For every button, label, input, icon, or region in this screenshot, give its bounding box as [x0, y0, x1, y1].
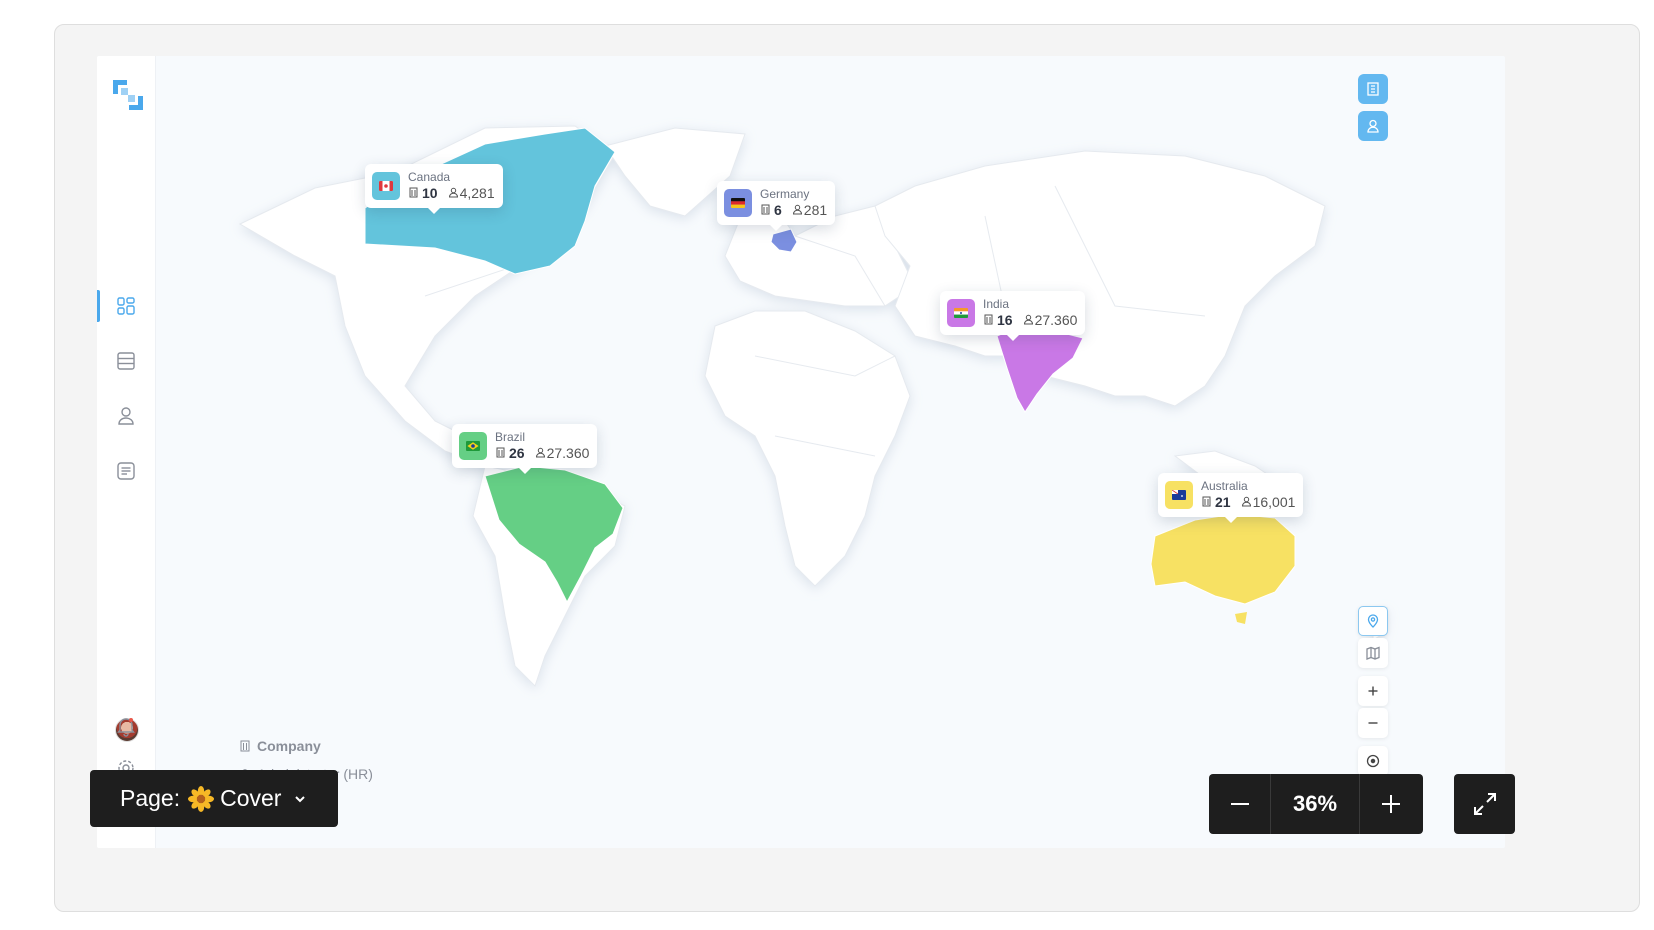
page-name: Cover: [220, 785, 282, 811]
sidebar-item-messages[interactable]: [97, 453, 155, 489]
database-icon: [117, 352, 135, 370]
pin-employee-count: 281: [803, 201, 828, 218]
building-icon: [761, 204, 770, 215]
bell-icon: [117, 718, 135, 737]
pin-country-name: Australia: [1201, 479, 1248, 494]
map-zoom-in-button[interactable]: [1358, 676, 1388, 706]
flag-canada-icon: [372, 172, 400, 200]
legend-company-label: Company: [257, 738, 321, 754]
flag-brazil-icon: [459, 432, 487, 460]
pin-employee-count: 16,001: [1252, 493, 1296, 510]
building-icon: [1202, 496, 1211, 507]
sidebar-item-users[interactable]: [97, 398, 155, 434]
country-pin-germany[interactable]: Germany 6 281: [717, 181, 836, 231]
minus-icon: [1368, 722, 1378, 724]
person-icon: [1241, 497, 1251, 507]
country-pin-australia[interactable]: Australia 21 16,001: [1158, 473, 1304, 523]
pin-company-count: 6: [774, 201, 782, 218]
country-pin-brazil[interactable]: Brazil 26 27.360: [452, 424, 598, 474]
page-selector[interactable]: Page: Cover: [90, 770, 338, 827]
country-pin-canada[interactable]: Canada 10 4,281: [365, 164, 503, 214]
pin-country-name: Brazil: [495, 430, 526, 445]
user-icon: [1367, 119, 1379, 133]
pin-company-count: 26: [509, 444, 525, 461]
zoom-in-button[interactable]: [1360, 774, 1421, 834]
company-view-button[interactable]: [1358, 74, 1388, 104]
person-icon: [535, 448, 545, 458]
flower-icon: [188, 785, 215, 812]
building-icon: [984, 314, 993, 325]
plus-icon: [1368, 686, 1378, 696]
target-icon: [1366, 754, 1380, 768]
user-icon: [118, 407, 134, 425]
person-icon: [792, 205, 802, 215]
pin-company-count: 16: [997, 311, 1013, 328]
chevron-down-icon: [293, 792, 307, 806]
recenter-button[interactable]: [1358, 746, 1388, 776]
pin-country-name: Canada: [408, 170, 451, 185]
expand-icon: [1473, 793, 1496, 815]
page-label: Page:: [120, 785, 181, 811]
plus-icon: [1381, 795, 1400, 813]
flag-australia-icon: [1165, 481, 1193, 509]
building-icon: [1367, 82, 1379, 96]
map-icon: [1366, 646, 1380, 660]
zoom-out-button[interactable]: [1209, 774, 1270, 834]
legend-company: Company: [239, 732, 373, 760]
flag-india-icon: [947, 299, 975, 327]
building-icon: [240, 740, 250, 752]
flag-germany-icon: [724, 189, 752, 217]
pin-country-name: India: [983, 297, 1010, 312]
minus-icon: [1230, 803, 1249, 805]
dashboard-icon: [117, 297, 135, 315]
pin-country-name: Germany: [760, 187, 810, 202]
world-map-graphic: [238, 125, 1388, 687]
pin-employee-count: 27.360: [1034, 311, 1078, 328]
country-pin-india[interactable]: India 16 27.360: [940, 291, 1086, 341]
pin-company-count: 10: [422, 184, 438, 201]
sidebar-item-dashboard[interactable]: [97, 288, 155, 324]
logo-icon: [113, 80, 143, 110]
user-view-button[interactable]: [1358, 111, 1388, 141]
pin-employee-count: 4,281: [459, 184, 495, 201]
zoom-controls: 36%: [1209, 774, 1423, 834]
zoom-level: 36%: [1270, 774, 1360, 834]
sidebar-item-database[interactable]: [97, 343, 155, 379]
person-icon: [1023, 315, 1033, 325]
building-icon: [496, 447, 505, 458]
building-icon: [409, 187, 418, 198]
message-icon: [117, 462, 135, 480]
fullscreen-button[interactable]: [1454, 774, 1515, 834]
sidebar: [97, 56, 156, 848]
notifications-button[interactable]: [97, 708, 155, 744]
australia-region: [1150, 513, 1296, 605]
map-zoom-out-button[interactable]: [1358, 708, 1388, 738]
app-preview: Canada 10 4,281 Germany 6 281 India 16 2…: [97, 56, 1505, 848]
map-view-button[interactable]: [1358, 638, 1388, 668]
person-icon: [448, 188, 458, 198]
pin-company-count: 21: [1215, 493, 1231, 510]
world-map[interactable]: Canada 10 4,281 Germany 6 281 India 16 2…: [155, 56, 1505, 848]
location-icon: [1367, 614, 1379, 628]
pin-employee-count: 27.360: [546, 444, 590, 461]
location-view-button[interactable]: [1358, 606, 1388, 636]
